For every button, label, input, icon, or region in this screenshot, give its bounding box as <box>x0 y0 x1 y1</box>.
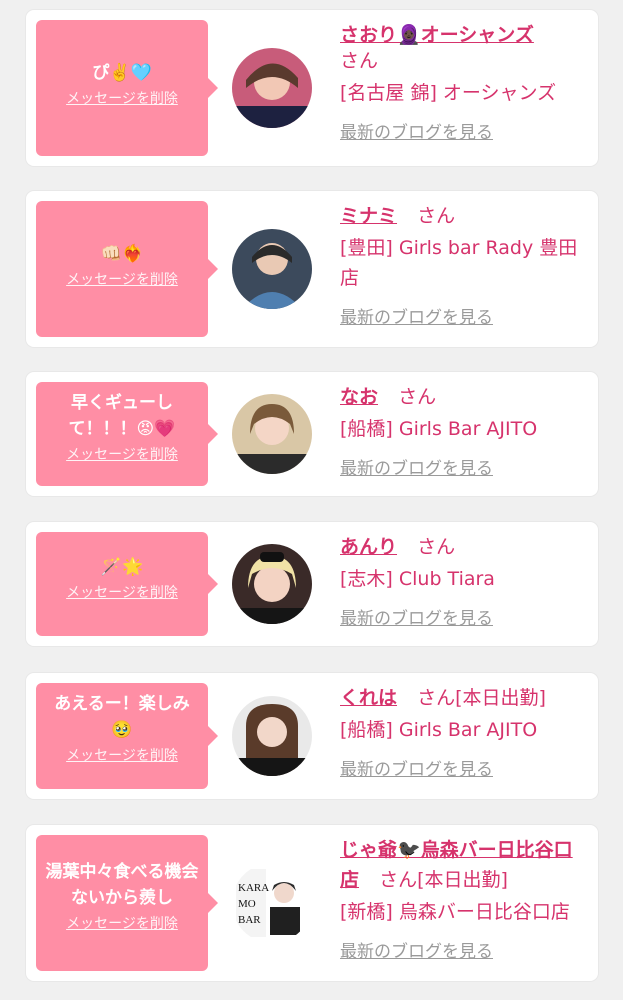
avatar[interactable] <box>232 696 312 776</box>
delete-message-link[interactable]: メッセージを削除 <box>66 582 178 602</box>
shop-label: [新橋] 烏森バー日比谷口店 <box>340 901 570 923</box>
attendance-status: [本日出勤] <box>417 869 508 891</box>
name-link[interactable]: ミナミ <box>340 205 397 227</box>
avatar[interactable] <box>232 394 312 474</box>
delete-message-link[interactable]: メッセージを削除 <box>66 444 178 464</box>
latest-blog-link[interactable]: 最新のブログを見る <box>340 118 493 143</box>
delete-message-link[interactable]: メッセージを削除 <box>66 269 178 289</box>
message-card: あえるー！楽しみ🥹 メッセージを削除 くれは さん[本日出勤] [船橋] Gir… <box>26 673 598 799</box>
honorific: さん <box>417 536 456 558</box>
avatar-text-decoration: BAR <box>238 914 261 926</box>
message-card: 早くギューして！！！😡💗 メッセージを削除 なお さん [船橋] Girls B… <box>26 372 598 496</box>
message-text: 🪄🌟 <box>100 557 144 577</box>
message-card: 湯葉中々食べる機会ないから羨し メッセージを削除 KARA MO BAR じゃ爺… <box>26 825 598 981</box>
shop-label: [船橋] Girls Bar AJITO <box>340 719 538 741</box>
latest-blog-link[interactable]: 最新のブログを見る <box>340 755 493 780</box>
honorific: さん <box>417 205 456 227</box>
card-info: なお さん [船橋] Girls Bar AJITO 最新のブログを見る <box>340 382 588 479</box>
shop-label: [船橋] Girls Bar AJITO <box>340 418 538 440</box>
message-bubble: 👊🏻❤️‍🔥 メッセージを削除 <box>36 201 208 337</box>
avatar-image: KARA MO BAR <box>232 863 312 943</box>
message-bubble: あえるー！楽しみ🥹 メッセージを削除 <box>36 683 208 789</box>
avatar-text-decoration: KARA <box>238 882 269 894</box>
message-list: ぴ✌️🩵 メッセージを削除 さおり🧕🏿オーシャンズ さん [名古屋 錦] オーシ… <box>0 0 623 1000</box>
latest-blog-link[interactable]: 最新のブログを見る <box>340 303 493 328</box>
message-card: 🪄🌟 メッセージを削除 あんり さん [志木] Club Tiara 最新のブロ… <box>26 522 598 646</box>
card-info: あんり さん [志木] Club Tiara 最新のブログを見る <box>340 532 588 629</box>
avatar-image <box>232 544 312 624</box>
honorific: さん <box>340 50 379 72</box>
message-bubble: 早くギューして！！！😡💗 メッセージを削除 <box>36 382 208 486</box>
shop-label: [名古屋 錦] オーシャンズ <box>340 82 557 104</box>
shop-label: [志木] Club Tiara <box>340 568 495 590</box>
avatar-image <box>232 229 312 309</box>
honorific: さん <box>379 869 418 891</box>
san-line: さん <box>340 46 588 76</box>
avatar[interactable] <box>232 229 312 309</box>
honorific: さん <box>398 386 437 408</box>
name-line: じゃ爺🐦‍⬛烏森バー日比谷口店 さん[本日出勤] <box>340 835 588 895</box>
card-info: ミナミ さん [豊田] Girls bar Rady 豊田店 最新のブログを見る <box>340 201 588 328</box>
message-bubble: 湯葉中々食べる機会ないから羨し メッセージを削除 <box>36 835 208 971</box>
avatar-image <box>232 696 312 776</box>
message-card: ぴ✌️🩵 メッセージを削除 さおり🧕🏿オーシャンズ さん [名古屋 錦] オーシ… <box>26 10 598 166</box>
name-link[interactable]: なお <box>340 386 378 408</box>
avatar-image <box>232 48 312 128</box>
latest-blog-link[interactable]: 最新のブログを見る <box>340 937 493 962</box>
latest-blog-link[interactable]: 最新のブログを見る <box>340 604 493 629</box>
shop-label: [豊田] Girls bar Rady 豊田店 <box>340 237 578 289</box>
message-card: 👊🏻❤️‍🔥 メッセージを削除 ミナミ さん [豊田] Girls bar Ra… <box>26 191 598 347</box>
avatar[interactable]: KARA MO BAR <box>232 863 312 943</box>
card-info: くれは さん[本日出勤] [船橋] Girls Bar AJITO 最新のブログ… <box>340 683 588 780</box>
delete-message-link[interactable]: メッセージを削除 <box>66 88 178 108</box>
avatar[interactable] <box>232 48 312 128</box>
avatar[interactable] <box>232 544 312 624</box>
message-text: 早くギューして！！！😡💗 <box>68 393 176 439</box>
delete-message-link[interactable]: メッセージを削除 <box>66 913 178 933</box>
name-line: くれは さん[本日出勤] <box>340 683 588 713</box>
latest-blog-link[interactable]: 最新のブログを見る <box>340 454 493 479</box>
name-line: なお さん <box>340 382 588 412</box>
card-info: じゃ爺🐦‍⬛烏森バー日比谷口店 さん[本日出勤] [新橋] 烏森バー日比谷口店 … <box>340 835 588 962</box>
card-info: さおり🧕🏿オーシャンズ さん [名古屋 錦] オーシャンズ 最新のブログを見る <box>340 20 588 143</box>
avatar-image <box>232 394 312 474</box>
attendance-status: [本日出勤] <box>455 687 546 709</box>
message-text: あえるー！楽しみ🥹 <box>54 694 190 740</box>
message-text: 湯葉中々食べる機会ないから羨し <box>45 862 199 908</box>
name-line: ミナミ さん <box>340 201 588 231</box>
message-text: ぴ✌️🩵 <box>92 63 152 83</box>
message-text: 👊🏻❤️‍🔥 <box>100 244 144 264</box>
delete-message-link[interactable]: メッセージを削除 <box>66 745 178 765</box>
honorific: さん <box>417 687 456 709</box>
name-link[interactable]: さおり🧕🏿オーシャンズ <box>340 24 534 46</box>
message-bubble: 🪄🌟 メッセージを削除 <box>36 532 208 636</box>
name-link[interactable]: くれは <box>340 687 397 709</box>
name-link[interactable]: あんり <box>340 536 397 558</box>
name-line: あんり さん <box>340 532 588 562</box>
avatar-text-decoration: MO <box>238 898 256 910</box>
message-bubble: ぴ✌️🩵 メッセージを削除 <box>36 20 208 156</box>
